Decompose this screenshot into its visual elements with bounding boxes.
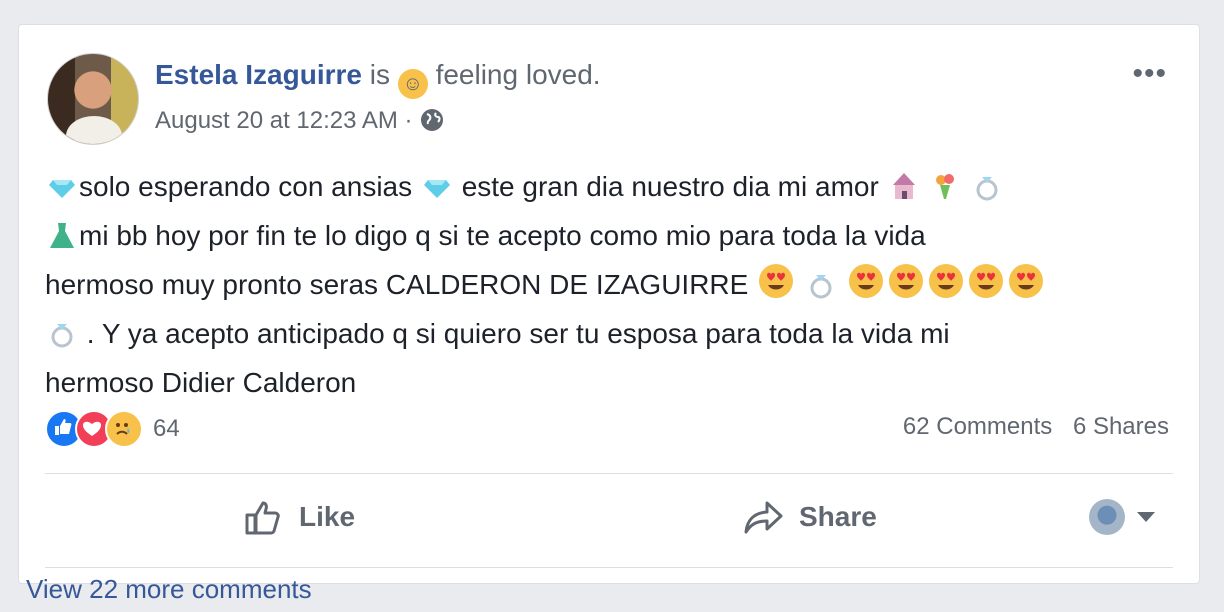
share-arrow-icon bbox=[744, 501, 783, 534]
dress-icon bbox=[47, 219, 77, 263]
divider bbox=[45, 567, 1173, 568]
post-line-2: mi bb hoy por fin te lo digo q si te ace… bbox=[45, 214, 1165, 263]
action-bar: Like Share bbox=[45, 475, 1173, 565]
body-text-5: hermoso Didier Calderon bbox=[45, 367, 357, 398]
author-name[interactable]: Estela Izaguirre bbox=[155, 59, 362, 90]
bouquet-icon bbox=[930, 170, 960, 214]
reaction-count[interactable]: 64 bbox=[153, 415, 180, 443]
post-card: Estela Izaguirre is ☺ feeling loved. Aug… bbox=[18, 24, 1200, 584]
post-line-3: hermoso muy pronto seras CALDERON DE IZA… bbox=[45, 263, 1165, 312]
post-meta: August 20 at 12:23 AM · bbox=[155, 107, 445, 140]
post-stats: 62 Comments 6 Shares bbox=[889, 413, 1169, 441]
comments-count[interactable]: 62 Comments bbox=[903, 413, 1052, 440]
react-as-selector[interactable] bbox=[1089, 499, 1155, 535]
like-button[interactable]: Like bbox=[241, 495, 355, 539]
heart-eyes-emoji-icon bbox=[888, 263, 924, 312]
feeling-text[interactable]: feeling loved. bbox=[436, 59, 601, 90]
heart-eyes-emoji-icon bbox=[968, 263, 1004, 312]
body-text-3: hermoso muy pronto seras CALDERON DE IZA… bbox=[45, 269, 749, 300]
wedding-chapel-icon bbox=[889, 170, 919, 214]
heart-eyes-emoji-icon bbox=[758, 263, 794, 312]
share-button[interactable]: Share bbox=[741, 495, 877, 539]
view-more-comments-link[interactable]: View 22 more comments bbox=[26, 574, 312, 605]
like-label: Like bbox=[299, 501, 356, 532]
post-body: solo esperando con ansias este gran dia … bbox=[45, 165, 1165, 405]
meta-separator: · bbox=[404, 107, 413, 134]
body-text-1b: este gran dia nuestro dia mi amor bbox=[461, 171, 879, 202]
body-text-4: . Y ya acepto anticipado q si quiero ser… bbox=[86, 318, 950, 349]
shares-count[interactable]: 6 Shares bbox=[1073, 413, 1169, 440]
more-options-icon[interactable]: ••• bbox=[1132, 57, 1167, 91]
post-timestamp[interactable]: August 20 at 12:23 AM bbox=[155, 107, 398, 134]
diamond-icon bbox=[422, 170, 452, 214]
body-text-1a: solo esperando con ansias bbox=[79, 171, 413, 202]
heart-eyes-emoji-icon bbox=[848, 263, 884, 312]
ring-icon bbox=[47, 317, 77, 361]
user-avatar bbox=[1089, 499, 1125, 535]
avatar-shirt bbox=[66, 116, 122, 144]
is-text: is bbox=[369, 59, 390, 90]
reactions-summary[interactable]: 64 bbox=[45, 409, 180, 449]
thumbs-up-icon bbox=[245, 501, 280, 535]
ring-icon bbox=[972, 170, 1002, 214]
heart-eyes-emoji-icon bbox=[1008, 263, 1044, 312]
post-header: Estela Izaguirre is ☺ feeling loved. bbox=[155, 59, 601, 99]
sad-icon bbox=[105, 410, 143, 448]
post-line-4: . Y ya acepto anticipado q si quiero ser… bbox=[45, 312, 1165, 361]
share-label: Share bbox=[799, 501, 877, 532]
heart-eyes-emoji-icon bbox=[928, 263, 964, 312]
chevron-down-icon bbox=[1137, 512, 1155, 522]
post-line-5: hermoso Didier Calderon bbox=[45, 361, 1165, 405]
ring-icon bbox=[806, 268, 836, 312]
author-avatar[interactable] bbox=[47, 53, 139, 145]
post-line-1: solo esperando con ansias este gran dia … bbox=[45, 165, 1165, 214]
diamond-icon bbox=[47, 170, 77, 214]
divider bbox=[45, 473, 1173, 474]
globe-icon[interactable] bbox=[419, 107, 445, 140]
body-text-2: mi bb hoy por fin te lo digo q si te ace… bbox=[79, 220, 926, 251]
smiling-heart-emoji-icon: ☺ bbox=[397, 69, 428, 99]
